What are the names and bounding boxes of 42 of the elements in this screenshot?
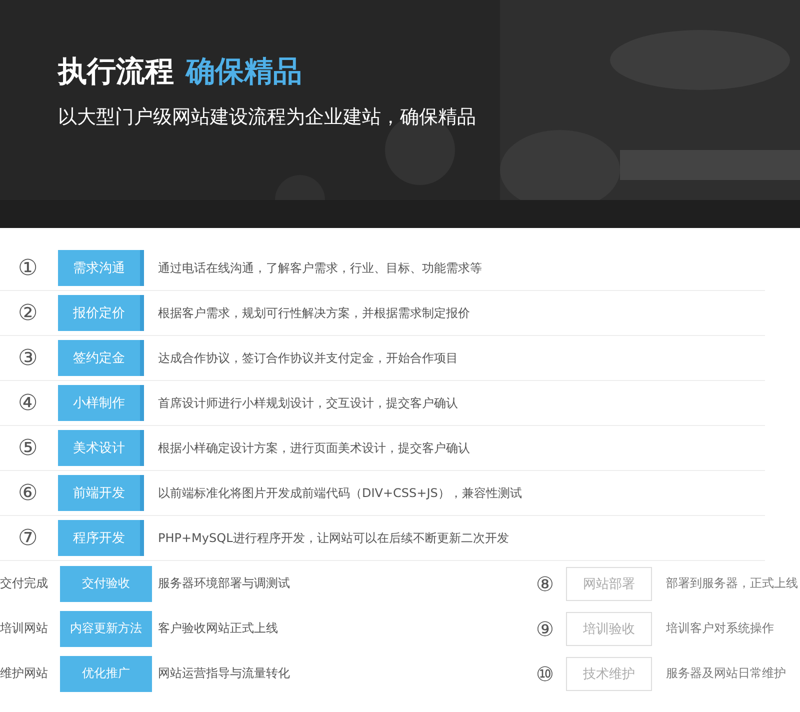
step-label: 技术维护 [566, 656, 652, 690]
step-label: 培训验收 [566, 612, 652, 646]
step-label: 小样制作 [58, 385, 144, 421]
step-lead-text: 培训网站 [0, 620, 49, 637]
step-description: 通过电话在线沟通，了解客户需求，行业、目标、功能需求等 [158, 260, 482, 276]
step-description: 根据客户需求，规划可行性解决方案，并根据需求制定报价 [158, 304, 470, 322]
step-description: 部署到服务器，正式上线 [666, 575, 798, 592]
step-number: ⑩ [536, 662, 555, 686]
step-description: 培训客户对系统操作 [666, 620, 774, 637]
step-label: 程序开发 [58, 520, 144, 556]
step-number: ⑨ [536, 616, 555, 640]
step-label: 网站部署 [566, 566, 652, 600]
step-description: 网站运营指导与流量转化 [158, 665, 291, 682]
step-lead-text: 交付完成 [0, 575, 49, 592]
step-label: 美术设计 [58, 430, 144, 466]
banner-title: 执行流程 [58, 53, 174, 90]
step-number: ⑧ [536, 572, 555, 596]
step-description: PHP+MySQL进行程序开发，让网站可以在后续不断更新二次开发 [158, 530, 509, 546]
step-description: 首席设计师进行小样规划设计，交互设计，提交客户确认 [158, 394, 458, 412]
step-label: 报价定价 [58, 295, 144, 331]
step-description: 客户验收网站正式上线 [158, 620, 279, 637]
step-number: ⑦ [18, 526, 39, 550]
step-number: ⑤ [18, 436, 39, 460]
step-description: 根据小样确定设计方案，进行页面美术设计，提交客户确认 [158, 440, 470, 456]
step-description: 达成合作协议，签订合作协议并支付定金，开始合作项目 [158, 350, 458, 366]
banner-subtitle: 以大型门户级网站建设流程为企业建站，确保精品 [58, 105, 477, 130]
step-number: ④ [18, 390, 39, 416]
step-number: ③ [18, 346, 39, 370]
step-lead-text: 维护网站 [0, 665, 49, 682]
step-number: ⑥ [18, 480, 39, 506]
step-label: 需求沟通 [58, 250, 144, 286]
step-description: 以前端标准化将图片开发成前端代码（DIV+CSS+JS），兼容性测试 [158, 484, 522, 502]
step-label: 优化推广 [60, 656, 152, 692]
step-label: 签约定金 [58, 340, 144, 376]
step-description: 服务器环境部署与调测试 [158, 575, 291, 592]
step-number: ② [18, 300, 39, 326]
step-label: 前端开发 [58, 475, 144, 511]
step-number: ① [18, 256, 39, 280]
step-label: 内容更新方法 [60, 610, 152, 646]
banner-title-highlight: 确保精品 [186, 53, 302, 90]
step-label: 交付验收 [60, 566, 152, 602]
step-description: 服务器及网站日常维护 [666, 665, 786, 682]
